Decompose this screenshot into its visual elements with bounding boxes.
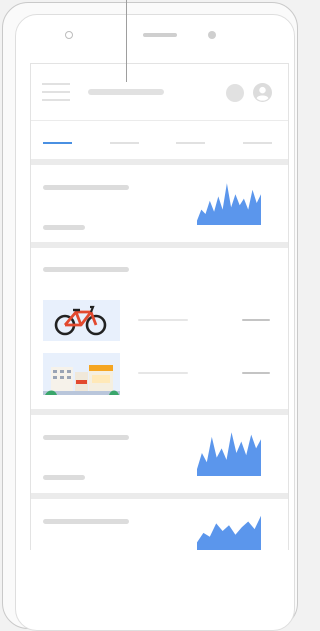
card-title-placeholder xyxy=(43,267,129,272)
section-divider xyxy=(31,159,288,165)
sparkline-chart xyxy=(197,432,261,476)
tab-2[interactable] xyxy=(110,142,139,144)
card-title-placeholder xyxy=(43,519,129,524)
section-divider xyxy=(31,242,288,248)
list-item-text-placeholder xyxy=(138,372,188,374)
app-screen xyxy=(30,63,289,550)
sparkline-chart xyxy=(197,183,261,225)
notification-icon[interactable] xyxy=(226,84,244,102)
tab-bar xyxy=(31,120,288,160)
list-item-value-placeholder xyxy=(242,372,270,374)
list-item-value-placeholder xyxy=(242,319,270,321)
tab-3[interactable] xyxy=(176,142,205,144)
menu-icon[interactable] xyxy=(42,83,70,101)
list-item-text-placeholder xyxy=(138,319,188,321)
callout-pointer-line xyxy=(126,0,127,82)
card-subtitle-placeholder xyxy=(43,225,85,230)
sparkline-area xyxy=(197,515,261,550)
sparkline-area xyxy=(197,432,261,476)
section-divider xyxy=(31,409,288,415)
storefront-image xyxy=(43,353,120,395)
speaker-grille xyxy=(143,33,177,37)
bicycle-image xyxy=(43,300,120,341)
tab-4[interactable] xyxy=(243,142,272,144)
tab-1[interactable] xyxy=(43,142,72,144)
front-camera-icon xyxy=(65,31,73,39)
proximity-sensor-icon xyxy=(208,31,216,39)
account-icon[interactable] xyxy=(253,83,272,102)
sparkline-chart xyxy=(197,515,261,550)
section-divider xyxy=(31,493,288,499)
app-title-placeholder xyxy=(88,89,164,95)
sparkline-area xyxy=(197,183,261,225)
card-title-placeholder xyxy=(43,185,129,190)
card-title-placeholder xyxy=(43,435,129,440)
app-bar xyxy=(31,64,288,120)
card-subtitle-placeholder xyxy=(43,475,85,480)
